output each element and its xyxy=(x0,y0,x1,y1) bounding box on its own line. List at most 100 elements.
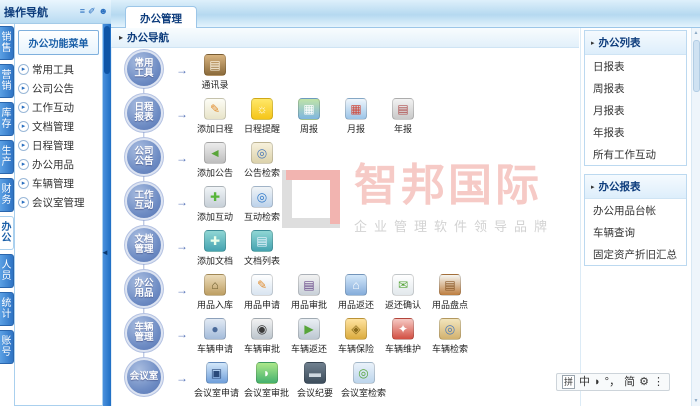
shortcut-item[interactable]: ✦ 车辆维护 xyxy=(382,318,424,355)
module-tab-personnel[interactable]: 人员 xyxy=(0,254,14,288)
collapse-arrow-icon[interactable]: ◄ xyxy=(101,248,109,257)
shortcut-item[interactable]: ☼ 日程提醒 xyxy=(241,98,283,135)
shortcut-item[interactable]: ▤ 年报 xyxy=(382,98,424,135)
module-tab-account[interactable]: 账号 xyxy=(0,330,14,364)
shortcut-item[interactable]: ◉ 车辆审批 xyxy=(241,318,283,355)
panel-box-office-lists: ▸ 办公列表 日报表 周报表 月报表 年报表 所有工作互动 xyxy=(584,30,687,166)
category-circle-common-tools[interactable]: 常用 工具 xyxy=(127,52,161,86)
menu-item-document-management[interactable]: ▸ 文档管理 xyxy=(15,117,102,136)
ime-halfwidth-icon[interactable]: ◗ xyxy=(594,374,601,390)
module-tab-sales[interactable]: 销售 xyxy=(0,26,14,60)
category-circle-office-supplies[interactable]: 办公 用品 xyxy=(127,272,161,306)
category-circle-meeting-room[interactable]: 会议室 xyxy=(127,360,161,394)
down-arrow-icon: ↓ xyxy=(141,216,147,230)
ime-more-icon[interactable]: ⋮ xyxy=(653,374,664,390)
ime-punctuation-icon[interactable]: °， xyxy=(605,374,620,390)
module-tab-finance[interactable]: 财务 xyxy=(0,178,14,212)
ime-simplified-icon[interactable]: 简 xyxy=(624,374,635,390)
module-tab-marketing[interactable]: 营销 xyxy=(0,64,14,98)
menu-item-common-tools[interactable]: ▸ 常用工具 xyxy=(15,60,102,79)
shortcut-item[interactable]: ▣ 会议室申请 xyxy=(194,362,239,399)
car-person-icon: ● xyxy=(204,318,226,340)
shortcut-item[interactable]: ◈ 车辆保险 xyxy=(335,318,377,355)
shortcut-item[interactable]: ◎ 会议室检索 xyxy=(341,362,386,399)
arrow-bullet-icon: ▸ xyxy=(18,64,29,75)
module-tab-statistics[interactable]: 统计 xyxy=(0,292,14,326)
category-label-line: 用品 xyxy=(134,288,154,299)
shortcut-item[interactable]: ▬ 会议纪要 xyxy=(294,362,336,399)
calendar-month-icon: ▦ xyxy=(345,98,367,120)
category-circle-company-announcement[interactable]: 公司 公告 xyxy=(127,140,161,174)
splitter-scroll-thumb[interactable] xyxy=(104,26,110,74)
module-tab-office[interactable]: 办公 xyxy=(0,216,14,250)
shortcut-item[interactable]: ✎ 添加日程 xyxy=(194,98,236,135)
shortcut-item[interactable]: ▤ 文档列表 xyxy=(241,230,283,267)
shortcut-item[interactable]: ◎ 互动检索 xyxy=(241,186,283,223)
panel-link-item[interactable]: 周报表 xyxy=(585,77,686,99)
flow-category-company-announcement: 公司 公告 ↓ xyxy=(118,140,170,185)
office-nav-flow: 常用 工具 ↓ → ▤ 通讯录 日程 报表 ↓ → ✎ 添加日程 ☼ 日程提醒 ▦ 周报 ▦ 月报 ▤ 年报 公司 公告 ↓… xyxy=(111,48,579,406)
shortcut-item[interactable]: ▤ 通讯录 xyxy=(194,54,236,91)
category-circle-schedule-report[interactable]: 日程 报表 xyxy=(127,96,161,130)
scroll-down-icon[interactable]: ▼ xyxy=(692,396,700,406)
flow-category-schedule-report: 日程 报表 ↓ xyxy=(118,96,170,141)
flow-category-office-supplies: 办公 用品 ↓ xyxy=(118,272,170,317)
user-icon[interactable]: ☻ xyxy=(99,6,108,17)
right-scrollbar[interactable]: ▲ ▼ xyxy=(691,28,700,406)
arrow-bullet-icon: ▸ xyxy=(18,102,29,113)
scroll-up-icon[interactable]: ▲ xyxy=(692,28,700,38)
category-circle-document-management[interactable]: 文档 管理 xyxy=(127,228,161,262)
panel-link-item[interactable]: 年报表 xyxy=(585,121,686,143)
office-nav-section-bar[interactable]: ▸ 办公导航 xyxy=(111,28,579,48)
shortcut-item[interactable]: ◄ 添加公告 xyxy=(194,142,236,179)
ime-input-mode-icon[interactable]: 拼 xyxy=(562,375,576,389)
panel-link-item[interactable]: 日报表 xyxy=(585,55,686,77)
office-flow-row-office-supplies: 办公 用品 ↓ → ⌂ 用品入库 ✎ 用品申请 ▤ 用品审批 ⌂ 用品返还 ✉ 返还确认 ▤ 用品盘点 xyxy=(118,272,579,317)
menu-item-office-supplies[interactable]: ▸ 办公用品 xyxy=(15,155,102,174)
shortcut-item[interactable]: ▶ 车辆返还 xyxy=(288,318,330,355)
shortcut-item[interactable]: ▦ 月报 xyxy=(335,98,377,135)
right-arrow-icon: → xyxy=(176,371,188,385)
shortcut-item[interactable]: ⌂ 用品入库 xyxy=(194,274,236,311)
shortcut-item[interactable]: ▤ 用品审批 xyxy=(288,274,330,311)
panel-link-item[interactable]: 车辆查询 xyxy=(585,221,686,243)
panel-link-item[interactable]: 所有工作互动 xyxy=(585,143,686,165)
shortcut-item[interactable]: ● 车辆申请 xyxy=(194,318,236,355)
scrollbar-thumb[interactable] xyxy=(693,40,700,92)
panel-link-item[interactable]: 固定资产折旧汇总 xyxy=(585,243,686,265)
shortcut-item[interactable]: ✉ 返还确认 xyxy=(382,274,424,311)
menu-item-company-announcement[interactable]: ▸ 公司公告 xyxy=(15,79,102,98)
shortcut-item[interactable]: ✎ 用品申请 xyxy=(241,274,283,311)
menu-item-meeting-room-management[interactable]: ▸ 会议室管理 xyxy=(15,193,102,212)
office-flow-row-meeting-room: 会议室 → ▣ 会议室申请 ◗ 会议室审批 ▬ 会议纪要 ◎ 会议室检索 xyxy=(118,360,579,404)
panel-link-item[interactable]: 办公用品台帐 xyxy=(585,199,686,221)
shortcut-item[interactable]: ◎ 车辆检索 xyxy=(429,318,471,355)
panel-box-header-office-lists[interactable]: ▸ 办公列表 xyxy=(585,31,686,55)
panel-splitter[interactable]: ◄ xyxy=(101,24,111,406)
category-circle-vehicle-management[interactable]: 车辆 管理 xyxy=(127,316,161,350)
tab-office-management[interactable]: 办公管理 xyxy=(125,6,197,28)
down-arrow-icon: ↓ xyxy=(141,348,147,362)
module-tab-production[interactable]: 生产 xyxy=(0,140,14,174)
ime-lang-chinese[interactable]: 中 xyxy=(579,374,590,390)
shortcut-item[interactable]: ▦ 周报 xyxy=(288,98,330,135)
ime-settings-icon[interactable]: ⚙ xyxy=(639,374,649,390)
shortcut-item[interactable]: ✚ 添加互动 xyxy=(194,186,236,223)
module-tab-inventory[interactable]: 库存 xyxy=(0,102,14,136)
pin-icon[interactable]: ✐ xyxy=(88,6,96,17)
shortcut-item[interactable]: ▤ 用品盘点 xyxy=(429,274,471,311)
menu-item-schedule-management[interactable]: ▸ 日程管理 xyxy=(15,136,102,155)
category-circle-work-interaction[interactable]: 工作 互动 xyxy=(127,184,161,218)
shortcut-item[interactable]: ✚ 添加文档 xyxy=(194,230,236,267)
shortcut-item[interactable]: ◎ 公告检索 xyxy=(241,142,283,179)
menu-item-vehicle-management[interactable]: ▸ 车辆管理 xyxy=(15,174,102,193)
list-view-icon[interactable]: ≡ xyxy=(80,6,85,17)
menu-item-work-interaction[interactable]: ▸ 工作互动 xyxy=(15,98,102,117)
office-function-menu-button[interactable]: 办公功能菜单 xyxy=(18,30,99,55)
flow-items-company-announcement: ◄ 添加公告 ◎ 公告检索 xyxy=(194,142,283,179)
down-arrow-icon: ↓ xyxy=(141,84,147,98)
shortcut-item[interactable]: ⌂ 用品返还 xyxy=(335,274,377,311)
panel-box-header-office-reports[interactable]: ▸ 办公报表 xyxy=(585,175,686,199)
shortcut-item[interactable]: ◗ 会议室审批 xyxy=(244,362,289,399)
panel-link-item[interactable]: 月报表 xyxy=(585,99,686,121)
